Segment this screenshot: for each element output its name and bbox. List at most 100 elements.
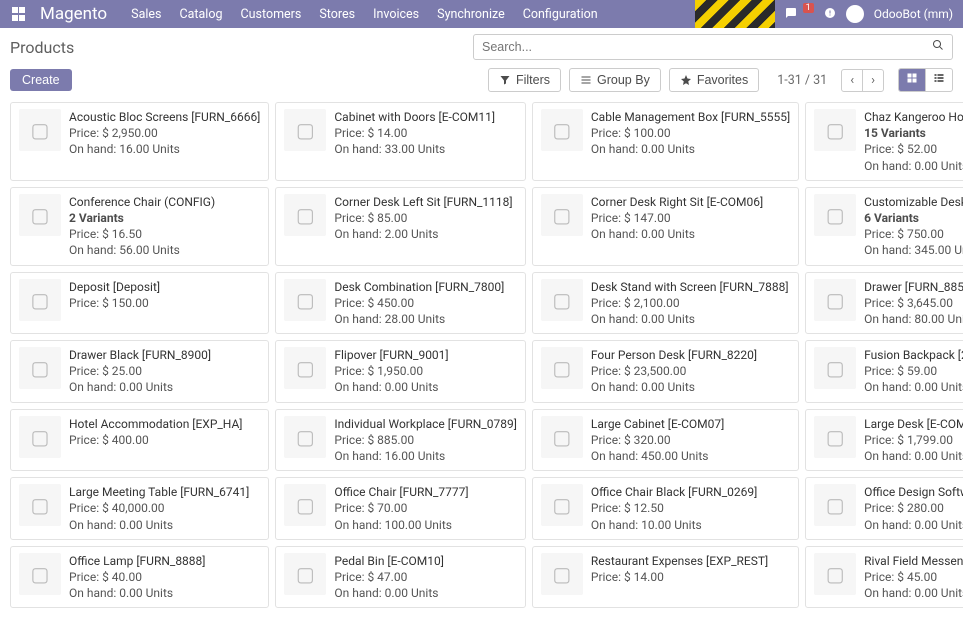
create-button[interactable]: Create	[10, 69, 72, 91]
product-thumb: ▢	[541, 194, 583, 236]
product-card[interactable]: ▢ Deposit [Deposit]Price: $ 150.00	[10, 272, 269, 335]
page-prev[interactable]: ‹	[842, 70, 862, 91]
groupby-label: Group By	[597, 73, 650, 87]
product-price: Price: $ 150.00	[69, 295, 160, 311]
product-price: Price: $ 25.00	[69, 363, 211, 379]
product-card[interactable]: ▢Cable Management Box [FURN_5555]Price: …	[532, 102, 799, 181]
product-card[interactable]: ▢Acoustic Bloc Screens [FURN_6666]Price:…	[10, 102, 269, 181]
product-price: Price: $ 1,799.00	[864, 432, 963, 448]
product-info: Acoustic Bloc Screens [FURN_6666]Price: …	[69, 109, 260, 174]
product-info: Office Chair [FURN_7777]Price: $ 70.00On…	[334, 484, 468, 533]
messages-badge: 1	[803, 3, 814, 13]
search-icon[interactable]	[932, 39, 944, 55]
product-onhand: On hand: 450.00 Units	[591, 448, 724, 464]
product-price: Price: $ 70.00	[334, 500, 468, 516]
nav-synchronize[interactable]: Synchronize	[437, 7, 505, 22]
product-price: Price: $ 45.00	[864, 569, 963, 585]
product-card[interactable]: ▢Restaurant Expenses [EXP_REST]Price: $ …	[532, 546, 799, 609]
product-card[interactable]: ▢Office Chair [FURN_7777]Price: $ 70.00O…	[275, 477, 526, 540]
product-name: Large Cabinet [E-COM07]	[591, 416, 724, 432]
nav-customers[interactable]: Customers	[241, 7, 302, 22]
product-thumb: ▢	[284, 347, 326, 389]
product-onhand: On hand: 0.00 Units	[591, 311, 789, 327]
product-variants: 2 Variants	[69, 210, 215, 226]
nav-stores[interactable]: Stores	[319, 7, 355, 22]
product-card[interactable]: ▢Desk Combination [FURN_7800]Price: $ 45…	[275, 272, 526, 335]
page-title: Products	[10, 38, 74, 57]
product-card[interactable]: ▢Office Lamp [FURN_8888]Price: $ 40.00On…	[10, 546, 269, 609]
product-onhand: On hand: 0.00 Units	[69, 585, 205, 601]
filters-label: Filters	[516, 73, 550, 87]
activity-icon[interactable]	[824, 7, 836, 22]
product-thumb: ▢	[814, 416, 856, 458]
product-info: Desk Stand with Screen [FURN_7888]Price:…	[591, 279, 789, 328]
product-card[interactable]: ▢Customizable Desk (CONFIG)6 VariantsPri…	[805, 187, 963, 266]
product-price: Price: $ 52.00	[864, 141, 963, 157]
product-thumb: ▢	[541, 347, 583, 389]
product-name: Conference Chair (CONFIG)	[69, 194, 215, 210]
apps-icon[interactable]	[12, 7, 26, 21]
product-info: Hotel Accommodation [EXP_HA]Price: $ 400…	[69, 416, 242, 465]
product-card[interactable]: ▢Desk Stand with Screen [FURN_7888]Price…	[532, 272, 799, 335]
product-card[interactable]: ▢Conference Chair (CONFIG)2 VariantsPric…	[10, 187, 269, 266]
product-price: Price: $ 400.00	[69, 432, 242, 448]
product-thumb: ▢	[541, 279, 583, 321]
product-card[interactable]: ▢Office Chair Black [FURN_0269]Price: $ …	[532, 477, 799, 540]
product-name: Large Meeting Table [FURN_6741]	[69, 484, 249, 500]
pager-text[interactable]: 1-31 / 31	[777, 73, 827, 88]
product-card[interactable]: ▢Large Desk [E-COM09]Price: $ 1,799.00On…	[805, 409, 963, 472]
view-list[interactable]	[925, 69, 952, 91]
product-thumb: ▢	[19, 347, 61, 389]
product-card[interactable]: ▢Drawer [FURN_8855]Price: $ 3,645.00On h…	[805, 272, 963, 335]
product-card[interactable]: ▢Individual Workplace [FURN_0789]Price: …	[275, 409, 526, 472]
product-thumb: ▢	[284, 484, 326, 526]
product-onhand: On hand: 0.00 Units	[864, 585, 963, 601]
search-container[interactable]	[473, 34, 953, 60]
product-card[interactable]: ▢Corner Desk Right Sit [E-COM06]Price: $…	[532, 187, 799, 266]
product-card[interactable]: ▢Hotel Accommodation [EXP_HA]Price: $ 40…	[10, 409, 269, 472]
product-card[interactable]: ▢Flipover [FURN_9001]Price: $ 1,950.00On…	[275, 340, 526, 403]
product-name: Deposit [Deposit]	[69, 279, 160, 295]
product-card[interactable]: ▢Fusion Backpack [24-MB02]Price: $ 59.00…	[805, 340, 963, 403]
product-onhand: On hand: 0.00 Units	[864, 379, 963, 395]
product-info: Drawer [FURN_8855]Price: $ 3,645.00On ha…	[864, 279, 963, 328]
product-card[interactable]: ▢Drawer Black [FURN_8900]Price: $ 25.00O…	[10, 340, 269, 403]
search-input[interactable]	[482, 40, 932, 54]
product-onhand: On hand: 0.00 Units	[591, 226, 763, 242]
product-thumb: ▢	[19, 279, 61, 321]
groupby-button[interactable]: Group By	[569, 68, 661, 92]
nav-sales[interactable]: Sales	[131, 7, 161, 22]
list-icon	[580, 74, 592, 86]
product-card[interactable]: ▢Large Cabinet [E-COM07]Price: $ 320.00O…	[532, 409, 799, 472]
product-card[interactable]: ▢Corner Desk Left Sit [FURN_1118]Price: …	[275, 187, 526, 266]
page-next[interactable]: ›	[862, 70, 883, 91]
product-name: Office Lamp [FURN_8888]	[69, 553, 205, 569]
product-onhand: On hand: 80.00 Units	[864, 311, 963, 327]
nav-configuration[interactable]: Configuration	[523, 7, 598, 22]
brand[interactable]: Magento	[40, 4, 107, 24]
avatar[interactable]	[846, 5, 864, 23]
product-thumb: ▢	[19, 194, 61, 236]
messages-icon[interactable]	[785, 7, 797, 22]
username[interactable]: OdooBot (mm)	[874, 7, 953, 21]
product-card[interactable]: ▢Four Person Desk [FURN_8220]Price: $ 23…	[532, 340, 799, 403]
product-card[interactable]: ▢Office Design Software [FURN_9999]Price…	[805, 477, 963, 540]
product-card[interactable]: ▢Large Meeting Table [FURN_6741]Price: $…	[10, 477, 269, 540]
product-card[interactable]: ▢Pedal Bin [E-COM10]Price: $ 47.00On han…	[275, 546, 526, 609]
product-card[interactable]: ▢Rival Field Messenger [24-MB06]Price: $…	[805, 546, 963, 609]
favorites-button[interactable]: Favorites	[669, 68, 759, 92]
product-name: Pedal Bin [E-COM10]	[334, 553, 444, 569]
filters-button[interactable]: Filters	[488, 68, 561, 92]
product-onhand: On hand: 0.00 Units	[591, 379, 757, 395]
product-thumb: ▢	[284, 194, 326, 236]
nav-invoices[interactable]: Invoices	[373, 7, 419, 22]
product-info: Four Person Desk [FURN_8220]Price: $ 23,…	[591, 347, 757, 396]
product-name: Large Desk [E-COM09]	[864, 416, 963, 432]
product-card[interactable]: ▢Chaz Kangeroo Hoodie15 VariantsPrice: $…	[805, 102, 963, 181]
nav-catalog[interactable]: Catalog	[179, 7, 222, 22]
product-card[interactable]: ▢Cabinet with Doors [E-COM11]Price: $ 14…	[275, 102, 526, 181]
product-name: Cable Management Box [FURN_5555]	[591, 109, 790, 125]
product-thumb: ▢	[541, 416, 583, 458]
view-kanban[interactable]	[899, 69, 925, 91]
product-info: Restaurant Expenses [EXP_REST]Price: $ 1…	[591, 553, 768, 602]
